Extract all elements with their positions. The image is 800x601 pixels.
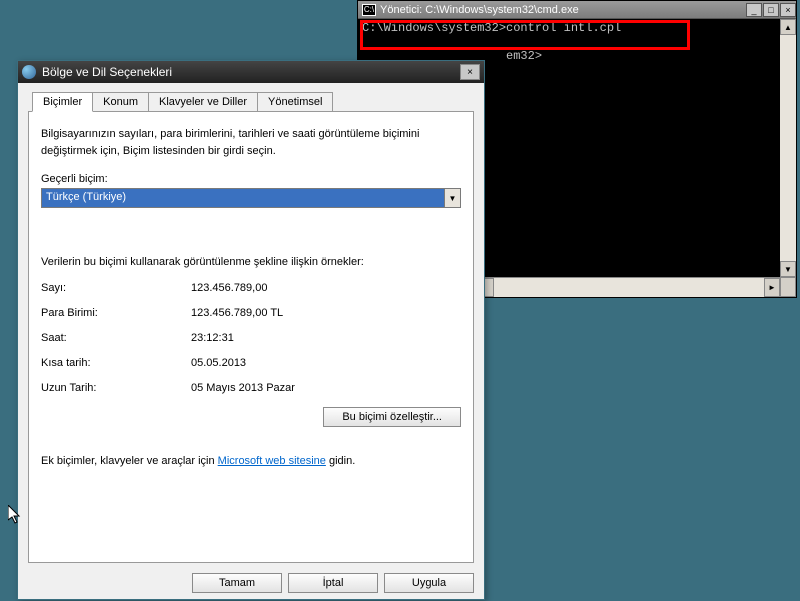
cmd-resize-corner[interactable]: [780, 277, 796, 297]
microsoft-website-link[interactable]: Microsoft web sitesine: [218, 455, 326, 467]
scroll-up-icon[interactable]: ▲: [780, 19, 796, 35]
number-value: 123.456.789,00: [191, 282, 267, 294]
tab-location[interactable]: Konum: [92, 92, 149, 112]
tab-formats[interactable]: Biçimler: [32, 92, 93, 112]
region-language-dialog: Bölge ve Dil Seçenekleri × Biçimler Konu…: [17, 60, 485, 600]
row-number: Sayı: 123.456.789,00: [41, 282, 461, 294]
row-longdate: Uzun Tarih: 05 Mayıs 2013 Pazar: [41, 382, 461, 394]
formats-description: Bilgisayarınızın sayıları, para birimler…: [41, 126, 461, 159]
currency-label: Para Birimi:: [41, 307, 191, 319]
longdate-value: 05 Mayıs 2013 Pazar: [191, 382, 295, 394]
tab-panel-formats: Bilgisayarınızın sayıları, para birimler…: [28, 111, 474, 563]
cancel-button[interactable]: İptal: [288, 573, 378, 593]
footer-text: Ek biçimler, klavyeler ve araçlar için M…: [41, 455, 461, 467]
dialog-close-button[interactable]: ×: [460, 64, 480, 80]
ok-button[interactable]: Tamam: [192, 573, 282, 593]
row-time: Saat: 23:12:31: [41, 332, 461, 344]
cmd-vscrollbar[interactable]: ▲ ▼: [780, 19, 796, 277]
cmd-titlebar[interactable]: C:\ Yönetici: C:\Windows\system32\cmd.ex…: [358, 1, 796, 19]
scroll-down-icon[interactable]: ▼: [780, 261, 796, 277]
currency-value: 123.456.789,00 TL: [191, 307, 283, 319]
examples-label: Verilerin bu biçimi kullanarak görüntüle…: [41, 256, 461, 268]
tab-strip: Biçimler Konum Klavyeler ve Diller Yönet…: [28, 91, 474, 111]
cmd-icon: C:\: [362, 4, 376, 16]
annotation-highlight: [360, 20, 690, 50]
tab-admin[interactable]: Yönetimsel: [257, 92, 333, 112]
shortdate-value: 05.05.2013: [191, 357, 246, 369]
row-currency: Para Birimi: 123.456.789,00 TL: [41, 307, 461, 319]
cmd-title-text: Yönetici: C:\Windows\system32\cmd.exe: [380, 4, 579, 16]
shortdate-label: Kısa tarih:: [41, 357, 191, 369]
scroll-right-icon[interactable]: ►: [764, 278, 780, 297]
current-format-label: Geçerli biçim:: [41, 173, 461, 185]
customize-format-button[interactable]: Bu biçimi özelleştir...: [323, 407, 461, 427]
close-button[interactable]: ×: [780, 3, 796, 17]
tab-keyboards[interactable]: Klavyeler ve Diller: [148, 92, 258, 112]
chevron-down-icon[interactable]: ▼: [444, 189, 460, 207]
minimize-button[interactable]: _: [746, 3, 762, 17]
scroll-track[interactable]: [780, 35, 796, 261]
row-shortdate: Kısa tarih: 05.05.2013: [41, 357, 461, 369]
dialog-title-text: Bölge ve Dil Seçenekleri: [42, 65, 172, 79]
time-value: 23:12:31: [191, 332, 234, 344]
longdate-label: Uzun Tarih:: [41, 382, 191, 394]
globe-icon: [22, 65, 36, 79]
number-label: Sayı:: [41, 282, 191, 294]
dialog-button-row: Tamam İptal Uygula: [18, 563, 484, 601]
dialog-titlebar[interactable]: Bölge ve Dil Seçenekleri ×: [18, 61, 484, 83]
current-format-dropdown[interactable]: Türkçe (Türkiye) ▼: [41, 188, 461, 208]
time-label: Saat:: [41, 332, 191, 344]
maximize-button[interactable]: □: [763, 3, 779, 17]
current-format-value: Türkçe (Türkiye): [42, 189, 444, 207]
apply-button[interactable]: Uygula: [384, 573, 474, 593]
